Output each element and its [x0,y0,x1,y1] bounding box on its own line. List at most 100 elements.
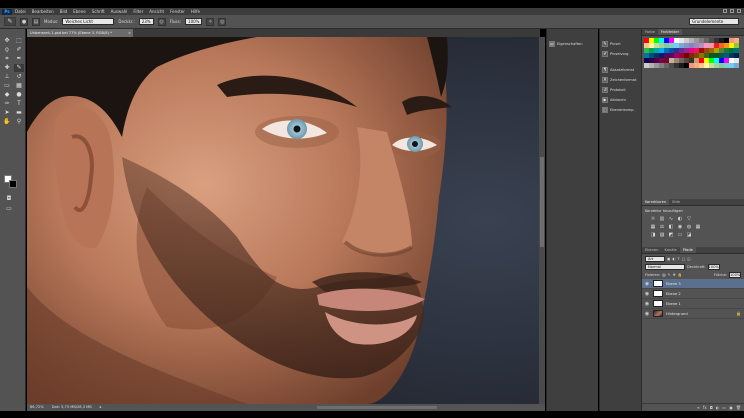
color-swatch[interactable] [734,63,739,68]
add-mask-icon[interactable]: ◘ [710,405,713,410]
layer-row[interactable]: ◉ Ebene 3 [642,279,744,289]
menu-fenster[interactable]: Fenster [170,9,185,14]
dock-properties[interactable]: ▤ Eigenschaften [547,39,598,49]
clone-stamp-tool-icon[interactable]: ⊥ [2,73,12,81]
menu-filter[interactable]: Filter [133,9,143,14]
filter-smart-icon[interactable]: ◫ [687,257,690,261]
color-balance-icon[interactable]: ⚖ [659,224,665,230]
threshold-icon[interactable]: ◩ [668,232,674,238]
marquee-tool-icon[interactable]: ⬚ [14,37,24,45]
new-adjustment-icon[interactable]: ◐ [716,405,720,410]
hue-saturation-icon[interactable]: ▦ [650,224,656,230]
layer-fill-input[interactable]: 100% [729,272,741,278]
visibility-eye-icon[interactable]: ◉ [644,311,650,317]
channel-mixer-icon[interactable]: ◍ [686,224,692,230]
flow-input[interactable]: 100% [185,18,203,25]
swatches-grid[interactable] [642,36,744,70]
tab-layers[interactable]: Ebenen [642,247,662,253]
blur-tool-icon[interactable]: ◆ [2,91,12,99]
exposure-icon[interactable]: ◐ [677,216,683,222]
tab-swatches[interactable]: Farbfelder [657,29,683,35]
minimize-icon[interactable] [723,9,727,13]
filter-adjust-icon[interactable]: ◐ [672,257,675,261]
brush-size-icon[interactable]: ● [20,17,28,26]
gradient-map-icon[interactable]: ▭ [677,232,683,238]
menu-bild[interactable]: Bild [60,9,68,14]
hand-tool-icon[interactable]: ✋ [2,118,12,126]
vibrance-icon[interactable]: ▽ [686,216,692,222]
pen-tool-icon[interactable]: ✑ [2,100,12,108]
background-color-swatch[interactable] [9,180,17,188]
invert-icon[interactable]: ◨ [650,232,656,238]
horizontal-scroll-thumb[interactable] [317,406,437,409]
dock-brush-presets[interactable]: ✐ Pinselvorg. [600,49,641,59]
document-canvas[interactable] [27,37,539,404]
levels-icon[interactable]: ▥ [659,216,665,222]
menu-bearbeiten[interactable]: Bearbeiten [32,9,54,14]
dock-paragraph-style[interactable]: ¶ Absatzformat [600,65,641,75]
mode-select[interactable]: Weiches Licht [62,18,115,25]
brush-tool-preset-icon[interactable]: ✎ [4,17,16,26]
posterize-icon[interactable]: ▨ [659,232,665,238]
tab-styles[interactable]: Stile [669,199,683,205]
brush-tool-icon[interactable]: ✎ [14,64,24,72]
lasso-tool-icon[interactable]: ϙ [2,46,12,54]
crop-tool-icon[interactable]: ⌗ [2,55,12,63]
move-tool-icon[interactable]: ✥ [2,37,12,45]
photo-filter-icon[interactable]: ◉ [677,224,683,230]
maximize-icon[interactable] [730,9,734,13]
new-group-icon[interactable]: ▭ [722,405,726,410]
selective-color-icon[interactable]: ◪ [686,232,692,238]
workspace-select[interactable]: Grundelemente [689,18,739,25]
document-tab[interactable]: Unbenannt-1.psd bei 77% (Ebene 3, RGB/8)… [27,29,133,37]
lock-all-icon[interactable]: 🔒 [678,273,682,277]
menu-hilfe[interactable]: Hilfe [191,9,200,14]
dock-actions[interactable]: ▶ Aktionen [600,95,641,105]
pressure-size-icon[interactable]: ◎ [218,17,227,26]
menu-ansicht[interactable]: Ansicht [149,9,164,14]
dock-history[interactable]: ↺ Protokoll [600,85,641,95]
pressure-opacity-icon[interactable]: ◎ [157,17,166,26]
brightness-icon[interactable]: ☼ [650,216,656,222]
blend-mode-select[interactable]: Normal [645,264,685,270]
history-brush-tool-icon[interactable]: ↺ [14,73,24,81]
vertical-scrollbar[interactable] [539,37,545,404]
quick-select-tool-icon[interactable]: ✐ [14,46,24,54]
link-layers-icon[interactable]: ∞ [697,405,700,410]
layer-row[interactable]: ◉ Ebene 2 [642,289,744,299]
tab-paths[interactable]: Pfade [679,247,696,253]
visibility-eye-icon[interactable]: ◉ [644,281,650,287]
tab-adjustments[interactable]: Korrekturen [642,199,670,205]
dock-brush[interactable]: ✎ Pinsel [600,39,641,49]
vertical-scroll-thumb[interactable] [540,157,544,247]
color-lookup-icon[interactable]: ▦ [695,224,701,230]
status-arrow-icon[interactable]: ▸ [100,404,102,411]
lock-position-icon[interactable]: ✥ [673,273,676,277]
filter-type-icon[interactable]: T [678,257,680,261]
tab-channels[interactable]: Kanäle [662,247,680,253]
close-icon[interactable] [737,9,741,13]
lock-paint-icon[interactable]: ✎ [668,273,671,277]
lock-pixels-icon[interactable]: ▨ [662,273,665,277]
eraser-tool-icon[interactable]: ▭ [2,82,12,90]
tab-color[interactable]: Farbe [642,29,658,35]
dock-layer-comps[interactable]: ◫ Ebenenkomp. [600,105,641,115]
dock-character-style[interactable]: A Zeichenformat [600,75,641,85]
layer-style-icon[interactable]: fx [703,405,707,410]
menu-datei[interactable]: Datei [15,9,26,14]
zoom-level[interactable]: 66,72% [30,404,44,411]
black-white-icon[interactable]: ◧ [668,224,674,230]
filter-pixel-icon[interactable]: ▣ [667,257,670,261]
path-select-tool-icon[interactable]: ➤ [2,109,12,117]
menu-auswahl[interactable]: Auswahl [111,9,128,14]
layer-row[interactable]: ◉ Hintergrund 🔒 [642,309,744,319]
quick-mask-icon[interactable]: ◘ [4,195,14,203]
screen-mode-icon[interactable]: ▭ [4,205,14,213]
visibility-eye-icon[interactable]: ◉ [644,291,650,297]
close-tab-icon[interactable]: × [128,29,131,37]
healing-tool-icon[interactable]: ✚ [2,64,12,72]
menu-schrift[interactable]: Schrift [92,9,105,14]
dodge-tool-icon[interactable]: ● [14,91,24,99]
new-layer-icon[interactable]: ▣ [729,405,733,410]
shape-tool-icon[interactable]: ▬ [14,109,24,117]
